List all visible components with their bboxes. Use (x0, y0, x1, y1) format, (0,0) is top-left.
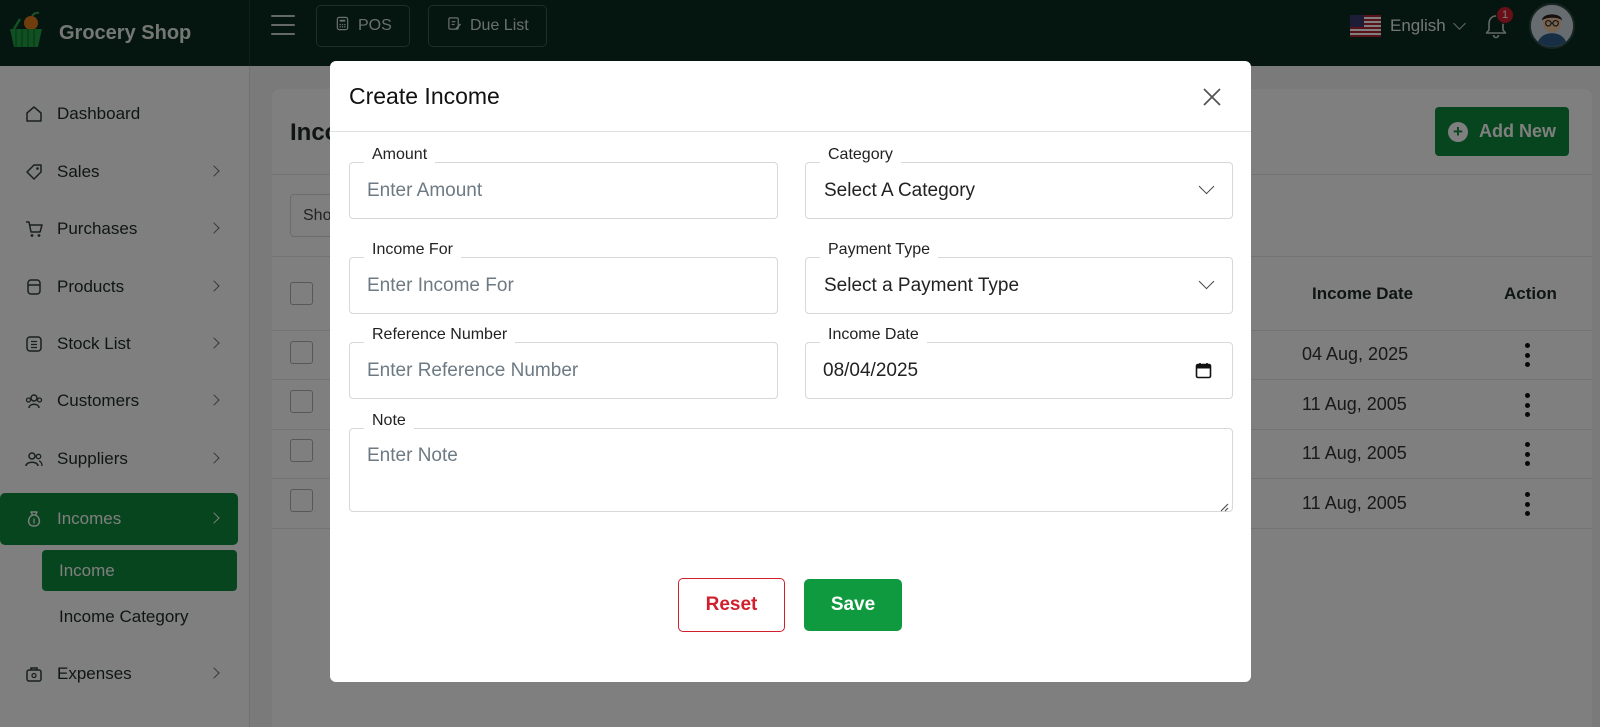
income-for-input[interactable] (350, 258, 777, 313)
category-label: Category (820, 146, 901, 164)
income-date-field[interactable]: Income Date 08/04/2025 (805, 326, 1233, 399)
amount-field: Amount (349, 146, 778, 219)
reference-number-field: Reference Number (349, 326, 778, 399)
income-for-label: Income For (364, 241, 461, 259)
save-button[interactable]: Save (804, 579, 902, 631)
reference-number-label: Reference Number (364, 326, 516, 344)
income-for-field: Income For (349, 241, 778, 314)
payment-type-select[interactable]: Payment Type Select a Payment Type (805, 241, 1233, 314)
category-select[interactable]: Category Select A Category (805, 146, 1233, 219)
payment-type-selected-value: Select a Payment Type (824, 275, 1020, 296)
payment-type-label: Payment Type (820, 241, 938, 259)
chevron-down-icon (1198, 178, 1215, 195)
chevron-down-icon (1198, 273, 1215, 290)
close-icon[interactable] (1201, 86, 1223, 108)
note-textarea[interactable] (350, 429, 1232, 511)
category-selected-value: Select A Category (824, 180, 976, 201)
divider (330, 131, 1251, 132)
amount-label: Amount (364, 146, 436, 164)
income-date-label: Income Date (820, 326, 927, 344)
reset-button[interactable]: Reset (678, 578, 785, 632)
reference-number-input[interactable] (350, 343, 777, 398)
income-date-value[interactable]: 08/04/2025 (823, 360, 918, 382)
resize-handle-icon[interactable] (1220, 499, 1229, 512)
calendar-icon[interactable] (1195, 362, 1212, 379)
note-field: Note (349, 412, 1233, 512)
create-income-modal: Create Income Amount Category Select A C… (330, 61, 1251, 682)
amount-input[interactable] (350, 163, 777, 218)
note-label: Note (364, 412, 414, 430)
modal-title: Create Income (349, 83, 500, 109)
